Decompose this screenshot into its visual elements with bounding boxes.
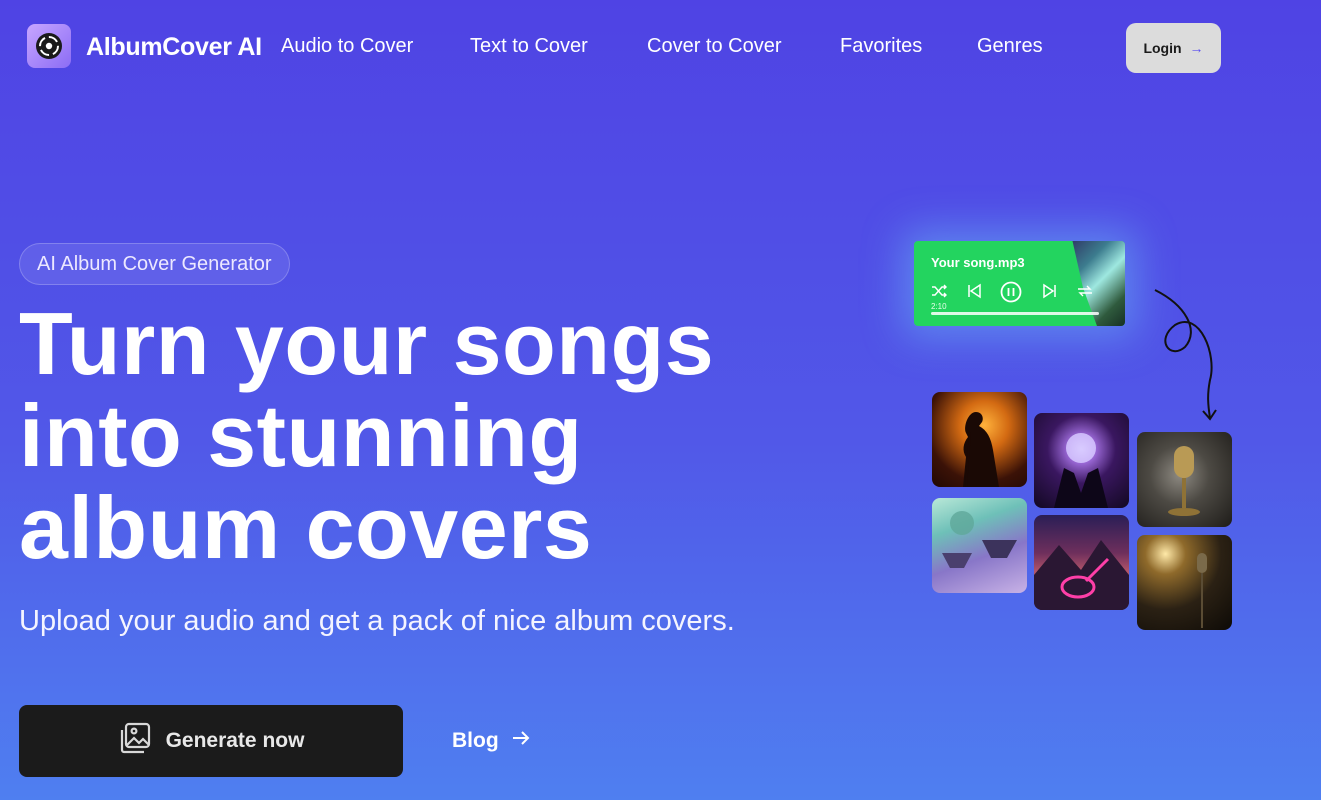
hero-headline: Turn your songs into stunning album cove… — [19, 298, 819, 574]
nav-genres[interactable]: Genres — [977, 35, 1043, 58]
previous-track-icon[interactable] — [966, 283, 982, 304]
headline-line-2: into stunning — [19, 386, 583, 485]
album-cover-stage-microphone — [1137, 535, 1232, 630]
shuffle-icon[interactable] — [931, 283, 947, 304]
album-cover-gold-microphone — [1137, 432, 1232, 527]
headline-line-3: album covers — [19, 478, 593, 577]
login-button[interactable]: Login → — [1126, 23, 1221, 73]
next-track-icon[interactable] — [1042, 283, 1058, 304]
swirl-arrow-icon — [1154, 289, 1217, 421]
album-cover-singer — [932, 392, 1027, 487]
album-cover-neon-guitar — [1034, 515, 1129, 610]
gallery-icon — [118, 721, 152, 761]
audio-player-card: Your song.mp3 2:10 — [914, 241, 1125, 326]
nav-audio-to-cover[interactable]: Audio to Cover — [281, 35, 413, 58]
album-cover-hands-orb — [1034, 413, 1129, 508]
hero-badge: AI Album Cover Generator — [19, 243, 290, 285]
player-time: 2:10 — [931, 302, 947, 311]
repeat-icon[interactable] — [1076, 283, 1094, 304]
generate-now-button[interactable]: Generate now — [19, 705, 403, 777]
arrow-right-icon — [511, 728, 531, 754]
hero-subtitle: Upload your audio and get a pack of nice… — [19, 605, 735, 637]
main-nav: Audio to Cover Text to Cover Cover to Co… — [0, 35, 1321, 61]
headline-line-1: Turn your songs — [19, 294, 715, 393]
nav-text-to-cover[interactable]: Text to Cover — [470, 35, 588, 58]
arrow-right-icon: → — [1189, 40, 1204, 56]
player-song-name: Your song.mp3 — [931, 255, 1025, 270]
nav-cover-to-cover[interactable]: Cover to Cover — [647, 35, 782, 58]
blog-label: Blog — [452, 729, 499, 752]
blog-link[interactable]: Blog — [452, 728, 531, 754]
nav-favorites[interactable]: Favorites — [840, 35, 922, 58]
generate-now-label: Generate now — [165, 729, 305, 752]
pause-icon[interactable] — [1000, 281, 1022, 308]
album-cover-floating-islands — [932, 498, 1027, 593]
player-progress-bar[interactable] — [931, 312, 1099, 315]
login-label: Login — [1143, 40, 1182, 56]
